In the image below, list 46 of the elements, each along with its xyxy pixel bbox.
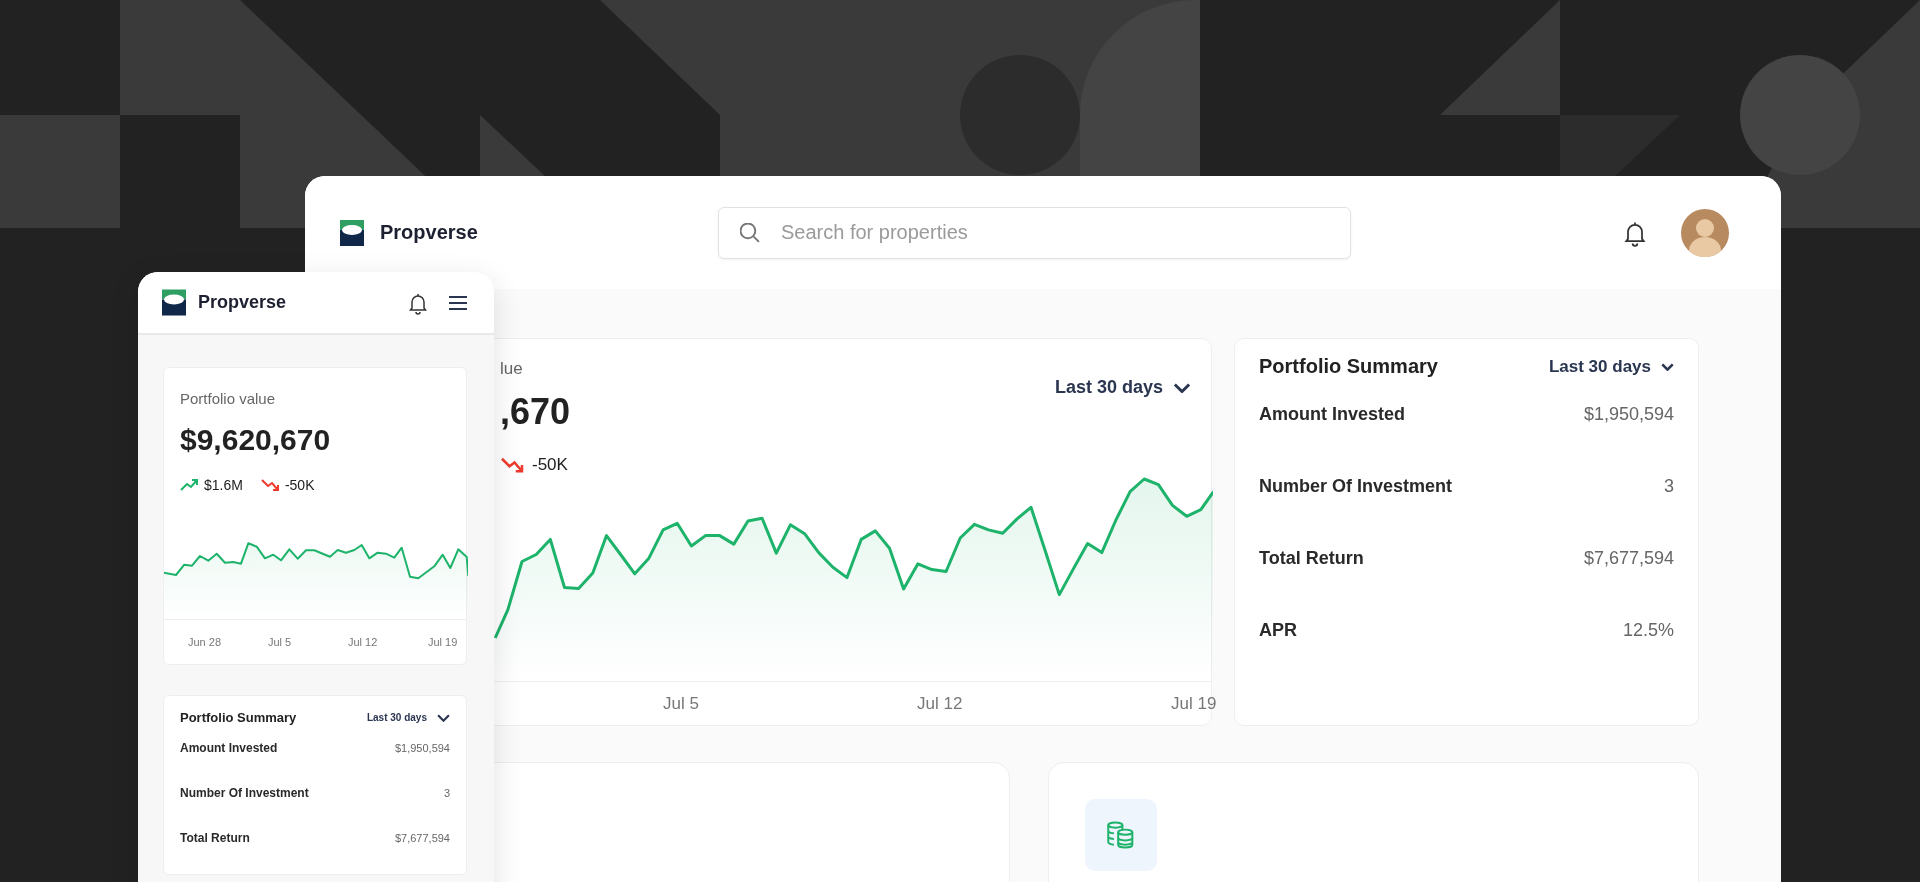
period-dropdown[interactable]: Last 30 days <box>366 712 450 723</box>
summary-value: $1,950,594 <box>394 741 450 754</box>
logo-icon <box>340 219 364 246</box>
axis-label: Jul 12 <box>348 636 379 648</box>
summary-value: $1,950,594 <box>1583 403 1674 425</box>
axis-label: Jul 19 <box>1171 693 1217 714</box>
brand-name: Propverse <box>198 292 287 313</box>
axis-label: Jul 5 <box>268 636 293 648</box>
summary-value: 12.5% <box>1622 619 1674 641</box>
trend-down-icon <box>500 455 524 475</box>
axis-label: Jul 12 <box>917 693 964 714</box>
avatar[interactable] <box>1681 208 1729 257</box>
trend-up-icon <box>180 477 198 493</box>
trend-value: $1.6M <box>204 477 243 493</box>
summary-value: 3 <box>1664 475 1674 497</box>
summary-label: Total Return <box>1259 547 1364 569</box>
summary-value: 3 <box>443 786 450 799</box>
period-dropdown[interactable]: Last 30 days <box>1054 377 1191 398</box>
portfolio-value: ,670 <box>500 391 571 433</box>
summary-label: Number Of Investment <box>180 785 309 800</box>
logo-icon <box>162 289 186 316</box>
trend-down-icon <box>260 477 279 493</box>
summary-label: APR <box>1259 619 1297 641</box>
period-dropdown[interactable]: Last 30 days <box>1548 356 1674 377</box>
chevron-icon <box>437 713 450 722</box>
axis-label: Jul 5 <box>663 693 700 714</box>
card-label: lue <box>500 359 524 379</box>
summary-value: $7,677,594 <box>1583 547 1674 569</box>
search-icon <box>740 222 760 243</box>
summary-label: Number Of Investment <box>1259 475 1453 497</box>
trend-value: -50K <box>284 477 315 493</box>
card-title: Portfolio Summary <box>180 710 297 725</box>
summary-label: Total Return <box>180 830 250 845</box>
summary-label: Amount Invested <box>180 740 278 755</box>
summary-value: $7,677,594 <box>394 831 450 844</box>
card-label: Portfolio value <box>180 390 277 407</box>
axis-label: Jun 28 <box>188 636 223 648</box>
portfolio-value: $9,620,670 <box>180 423 332 457</box>
chevron-icon <box>1661 362 1674 371</box>
trend-value: -50K <box>532 455 568 475</box>
card-title: Portfolio Summary <box>1259 355 1438 378</box>
summary-label: Amount Invested <box>1259 403 1405 425</box>
brand-name: Propverse <box>380 221 478 244</box>
search-field[interactable]: Search for properties <box>718 206 1351 259</box>
axis-label: Jul 19 <box>428 636 458 648</box>
chevron-icon <box>1173 382 1191 393</box>
